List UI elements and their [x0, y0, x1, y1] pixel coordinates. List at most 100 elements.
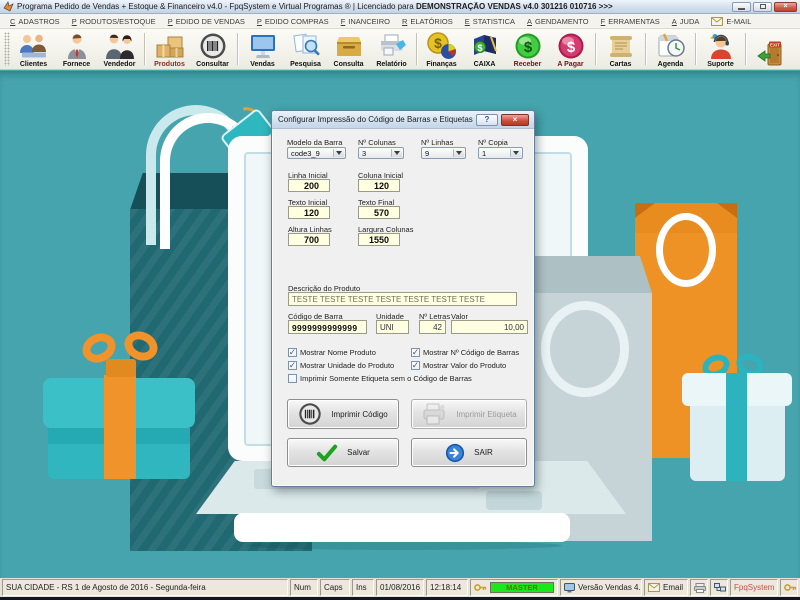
toolbar-agenda-button[interactable]: Agenda: [649, 29, 692, 69]
toolbar-vendedor-button[interactable]: Vendedor: [98, 29, 141, 69]
menu-pedido-de-vendas[interactable]: PEDIDO DE VENDAS: [162, 17, 251, 26]
dialog-titlebar[interactable]: Configurar Impressão do Código de Barras…: [272, 111, 534, 129]
toolbar-label: Finanças: [426, 61, 456, 68]
n-copia-value: 1: [482, 149, 486, 158]
toolbar-separator: [595, 33, 596, 65]
valor-field[interactable]: 10,00: [451, 320, 528, 334]
checked-checkbox-icon[interactable]: ✓: [411, 348, 420, 357]
checkbox-mostrar-nome-produto[interactable]: ✓Mostrar Nome Produto: [288, 348, 376, 357]
menu-ajuda[interactable]: AJUDA: [666, 17, 706, 26]
minimize-button[interactable]: [732, 2, 751, 12]
exit-door-icon: EXIT: [756, 40, 786, 68]
texto-inicial-field[interactable]: 120: [288, 206, 330, 219]
dollar-green-icon: $: [514, 32, 542, 60]
menu-financeiro[interactable]: FINANCEIRO: [335, 17, 396, 26]
status-bar: SUA CIDADE - RS 1 de Agosto de 2016 - Se…: [0, 578, 800, 597]
gray-bag-flap: [518, 256, 652, 293]
clients-icon: [18, 32, 50, 60]
dialog-title: Configurar Impressão do Código de Barras…: [278, 115, 473, 124]
toolbar-exit-button[interactable]: EXIT: [749, 29, 792, 69]
chevron-down-icon[interactable]: [510, 149, 521, 157]
salvar-button[interactable]: Salvar: [287, 438, 399, 467]
supplier-icon: [64, 32, 90, 60]
toolbar-consulta-button[interactable]: Consulta: [327, 29, 370, 69]
toolbar-vendas-button[interactable]: Vendas: [241, 29, 284, 69]
teal-gift-ribbon: [104, 375, 136, 479]
n-copia-select[interactable]: 1: [478, 147, 523, 159]
restore-button[interactable]: [753, 2, 772, 12]
menu-produtos-estoque[interactable]: PRODUTOS/ESTOQUE: [66, 17, 162, 26]
toolbar-produtos-button[interactable]: Produtos: [148, 29, 191, 69]
toolbar-label: Agenda: [658, 61, 684, 68]
chevron-down-icon[interactable]: [333, 149, 344, 157]
toolbar-a-pagar-button[interactable]: $A Pagar: [549, 29, 592, 69]
chevron-down-icon[interactable]: [453, 149, 464, 157]
orange-bag-handle: [656, 213, 716, 287]
menu-agendamento[interactable]: AGENDAMENTO: [521, 17, 595, 26]
toolbar-pesquisa-button[interactable]: Pesquisa: [284, 29, 327, 69]
toolbar-separator: [144, 33, 145, 65]
altura-linhas-field[interactable]: 700: [288, 233, 330, 246]
window-titlebar: Programa Pedido de Vendas + Estoque & Fi…: [0, 0, 800, 14]
menu-pedido-compras[interactable]: PEDIDO COMPRAS: [251, 17, 335, 26]
toolbar-relat-rio-button[interactable]: Relatório: [370, 29, 413, 69]
toolbar-label: Fornece: [63, 61, 90, 68]
status-printer[interactable]: [690, 579, 708, 596]
status-text: Versão Vendas 4.0: [578, 583, 642, 592]
modelo-barra-value: code3_9: [291, 149, 320, 158]
printer-small-icon: [694, 583, 706, 593]
toolbar-fornece-button[interactable]: Fornece: [55, 29, 98, 69]
menu-relat-rios[interactable]: RELATÓRIOS: [396, 17, 459, 26]
menu-ferramentas[interactable]: FERRAMENTAS: [595, 17, 666, 26]
checked-checkbox-icon[interactable]: ✓: [288, 361, 297, 370]
status-version: Versão Vendas 4.0: [560, 579, 642, 596]
toolbar-cartas-button[interactable]: Cartas: [599, 29, 642, 69]
menu-e-mail[interactable]: E-MAIL: [705, 17, 757, 26]
search-docs-icon: [291, 32, 321, 60]
menu-cadastros[interactable]: CADASTROS: [4, 17, 66, 26]
status-email[interactable]: Email: [644, 579, 688, 596]
chevron-down-icon[interactable]: [391, 149, 402, 157]
status-user-badge: MASTER: [490, 582, 554, 593]
unidade-field[interactable]: UNI: [376, 320, 409, 334]
help-button[interactable]: ?: [476, 114, 498, 126]
toolbar-clientes-button[interactable]: Clientes: [12, 29, 55, 69]
toolbar-caixa-button[interactable]: $CAIXA: [463, 29, 506, 69]
checkbox-imprimir-somente-etiqueta-sem-o-c-digo-de-barras[interactable]: Imprimir Somente Etiqueta sem o Código d…: [288, 374, 472, 383]
n-letras-field[interactable]: 42: [419, 320, 446, 334]
toolbar-receber-button[interactable]: $Receber: [506, 29, 549, 69]
seller-icon: [104, 32, 136, 60]
unchecked-checkbox-icon[interactable]: [288, 374, 297, 383]
laptop-shadow: [246, 541, 562, 550]
toolbar-suporte-button[interactable]: Suporte: [699, 29, 742, 69]
close-button[interactable]: ×: [774, 2, 797, 12]
n-colunas-select[interactable]: 3: [358, 147, 404, 159]
n-colunas-label: Nº Colunas: [358, 138, 396, 147]
imprimir-c-digo-button[interactable]: Imprimir Código: [287, 399, 399, 429]
descricao-produto-field[interactable]: TESTE TESTE TESTE TESTE TESTE TESTE TEST…: [288, 292, 517, 306]
largura-colunas-field[interactable]: 1550: [358, 233, 400, 246]
checkbox-mostrar-unidade-do-produto[interactable]: ✓Mostrar Unidade do Produto: [288, 361, 394, 370]
sair-button[interactable]: SAIR: [411, 438, 527, 467]
checked-checkbox-icon[interactable]: ✓: [411, 361, 420, 370]
checked-checkbox-icon[interactable]: ✓: [288, 348, 297, 357]
toolbar-label: Relatório: [376, 61, 406, 68]
toolbar-separator: [416, 33, 417, 65]
linha-inicial-field[interactable]: 200: [288, 179, 330, 192]
checkbox-mostrar-valor-do-produto[interactable]: ✓Mostrar Valor do Produto: [411, 361, 506, 370]
toolbar-separator: [645, 33, 646, 65]
status-location: SUA CIDADE - RS 1 de Agosto de 2016 - Se…: [2, 579, 288, 596]
texto-final-field[interactable]: 570: [358, 206, 400, 219]
menu-estatistica[interactable]: ESTATISTICA: [459, 17, 521, 26]
toolbar-consultar-button[interactable]: Consultar: [191, 29, 234, 69]
status-brand[interactable]: FpqSystem: [730, 579, 778, 596]
n-linhas-select[interactable]: 9: [421, 147, 466, 159]
status-network[interactable]: [710, 579, 728, 596]
toolbar-finan-as-button[interactable]: $Finanças: [420, 29, 463, 69]
dialog-close-button[interactable]: ×: [501, 114, 529, 126]
toolbar-label: Receber: [514, 61, 542, 68]
coluna-inicial-field[interactable]: 120: [358, 179, 400, 192]
checkbox-mostrar-n-c-digo-de-barras[interactable]: ✓Mostrar Nº Código de Barras: [411, 348, 519, 357]
codigo-barra-field[interactable]: 9999999999999: [288, 320, 367, 334]
modelo-barra-select[interactable]: code3_9: [287, 147, 346, 159]
